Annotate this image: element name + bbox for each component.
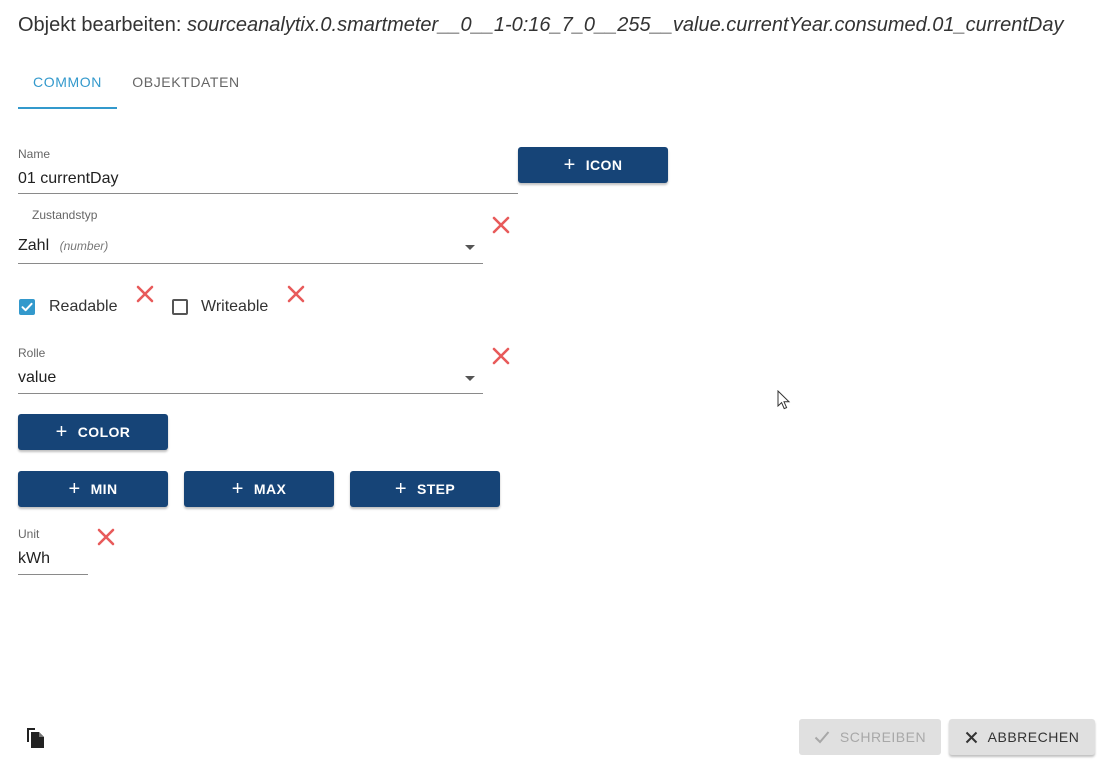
cancel-button-label: ABBRECHEN [987,729,1080,745]
close-icon[interactable] [492,216,510,234]
object-id: sourceanalytix.0.smartmeter__0__1-0:16_7… [187,14,1064,36]
close-icon[interactable] [492,347,510,365]
state-type-hint: (number) [59,239,109,253]
add-min-button[interactable]: + MIN [18,471,168,507]
state-type-label: Zustandstyp [32,208,98,222]
add-min-button-label: MIN [90,481,118,497]
state-type-select[interactable]: Zahl (number) [18,237,483,259]
writeable-label: Writeable [201,298,269,315]
add-max-button[interactable]: + MAX [184,471,334,507]
role-select[interactable]: value [18,369,483,391]
plus-icon: + [563,154,576,176]
copy-icon[interactable] [24,725,46,749]
writeable-checkbox[interactable]: Writeable [172,297,282,317]
state-type-value: Zahl [18,237,50,254]
tab-common-label: COMMON [33,74,102,90]
mouse-cursor-icon [777,390,791,410]
add-icon-button-label: ICON [585,157,623,173]
close-icon [965,731,977,743]
role-label: Rolle [18,346,46,360]
readable-checkbox[interactable]: Readable [19,297,129,317]
unit-label: Unit [18,527,40,541]
chevron-down-icon [465,376,475,381]
tab-common[interactable]: COMMON [18,74,117,109]
dialog-title: Objekt bearbeiten: sourceanalytix.0.smar… [18,14,1063,37]
plus-icon: + [55,421,68,443]
plus-icon: + [394,478,407,500]
role-underline [18,393,483,394]
tab-objektdaten-label: OBJEKTDATEN [132,74,240,90]
add-step-button-label: STEP [416,481,456,497]
checkbox-checked-icon [19,299,35,315]
name-input[interactable]: 01 currentDay [18,170,119,188]
add-color-button[interactable]: + COLOR [18,414,168,450]
state-type-underline [18,263,483,264]
readable-label: Readable [49,298,118,315]
checkbox-unchecked-icon [172,299,188,315]
name-underline [18,193,518,194]
title-prefix: Objekt bearbeiten: [18,14,182,36]
add-icon-button[interactable]: + ICON [518,147,668,183]
plus-icon: + [231,478,244,500]
close-icon[interactable] [287,285,305,303]
check-icon [814,731,830,744]
name-label: Name [18,147,51,161]
add-max-button-label: MAX [253,481,287,497]
plus-icon: + [68,478,81,500]
write-button[interactable]: SCHREIBEN [799,719,941,755]
add-color-button-label: COLOR [77,424,131,440]
close-icon[interactable] [97,528,115,546]
cancel-button[interactable]: ABBRECHEN [949,719,1095,755]
unit-input[interactable]: kWh [18,550,88,568]
write-button-label: SCHREIBEN [839,729,927,745]
close-icon[interactable] [136,285,154,303]
add-step-button[interactable]: + STEP [350,471,500,507]
tab-objektdaten[interactable]: OBJEKTDATEN [125,74,247,107]
chevron-down-icon [465,245,475,250]
unit-underline [18,574,88,575]
